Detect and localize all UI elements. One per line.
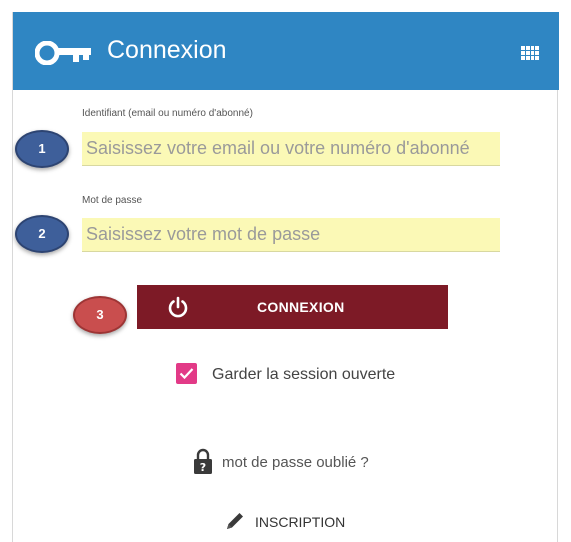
power-icon (168, 296, 188, 318)
grid-icon[interactable] (521, 46, 539, 60)
login-header: Connexion (13, 12, 559, 90)
lock-question-icon: ? (194, 448, 212, 474)
keep-session-checkbox[interactable] (176, 363, 197, 384)
annotation-bubble-2: 2 (15, 215, 69, 253)
page-title: Connexion (107, 36, 227, 64)
signup-label: INSCRIPTION (255, 514, 346, 530)
annotation-bubble-1: 1 (15, 130, 69, 168)
key-icon (35, 41, 91, 65)
pencil-icon (227, 513, 243, 529)
connexion-button-label: CONNEXION (257, 299, 345, 315)
identifier-input[interactable] (82, 132, 500, 166)
annotation-bubble-3: 3 (73, 296, 127, 334)
password-label: Mot de passe (82, 195, 143, 206)
check-icon (179, 368, 194, 380)
svg-text:?: ? (200, 461, 206, 474)
keep-session-label: Garder la session ouverte (212, 366, 396, 383)
connexion-button[interactable]: CONNEXION (137, 285, 448, 329)
forgot-password-label: mot de passe oublié ? (222, 454, 369, 471)
identifier-label: Identifiant (email ou numéro d'abonné) (82, 108, 253, 119)
password-input[interactable] (82, 218, 500, 252)
